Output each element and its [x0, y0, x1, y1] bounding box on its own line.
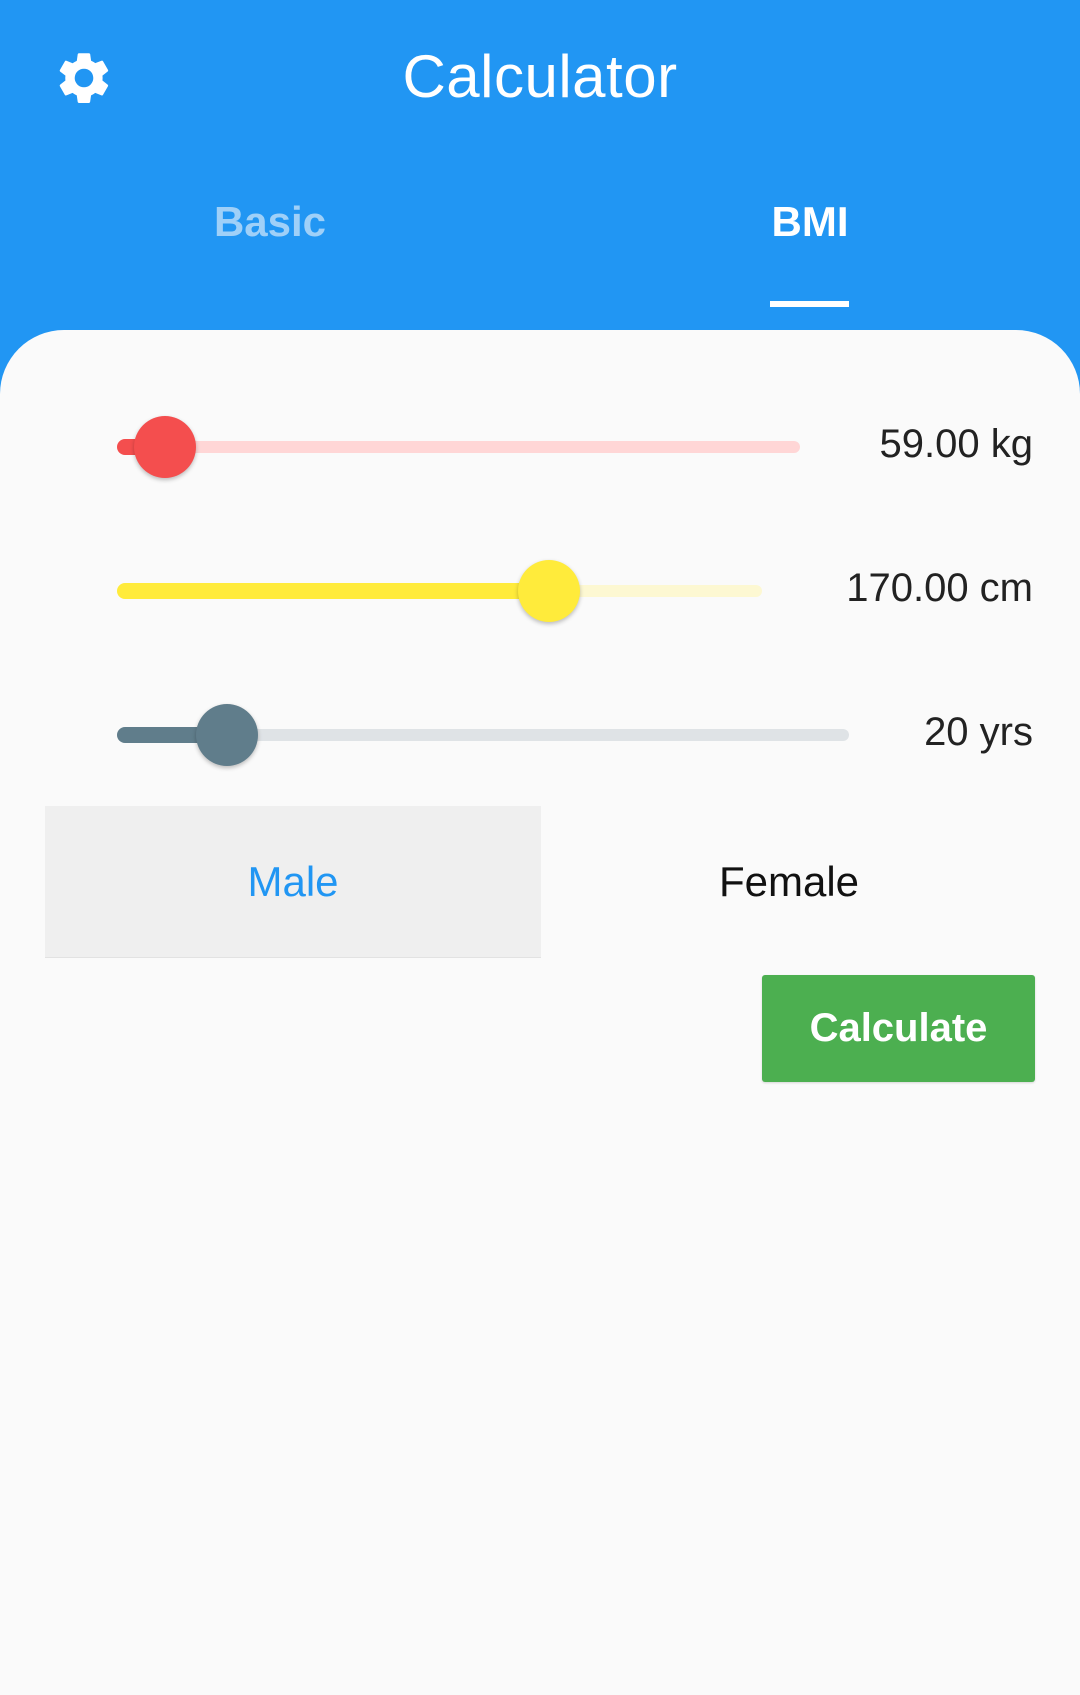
tab-basic-label: Basic — [213, 198, 327, 245]
height-slider-thumb[interactable] — [518, 560, 581, 622]
age-value: 20 yrs — [924, 710, 1033, 754]
tab-bmi[interactable]: BMI — [540, 198, 1080, 308]
tab-basic[interactable]: Basic — [0, 198, 540, 308]
gender-male-option[interactable]: Male — [45, 806, 541, 958]
weight-slider-track[interactable] — [117, 441, 800, 453]
app-title: Calculator — [402, 43, 678, 110]
age-slider-row: 20 yrs — [0, 690, 1080, 780]
calculate-button[interactable]: Calculate — [762, 975, 1035, 1082]
weight-value: 59.00 kg — [879, 422, 1033, 466]
height-slider-row: 170.00 cm — [0, 546, 1080, 636]
tab-bmi-label: BMI — [771, 198, 849, 245]
height-value: 170.00 cm — [846, 566, 1033, 610]
weight-slider-row: 59.00 kg — [0, 402, 1080, 492]
age-slider-thumb[interactable] — [195, 704, 258, 766]
height-slider-active — [117, 583, 550, 599]
weight-slider-thumb[interactable] — [133, 416, 196, 478]
gender-female-option[interactable]: Female — [541, 806, 1037, 957]
app-bar: Calculator Basic BMI — [0, 0, 1080, 340]
tab-indicator — [770, 301, 849, 307]
